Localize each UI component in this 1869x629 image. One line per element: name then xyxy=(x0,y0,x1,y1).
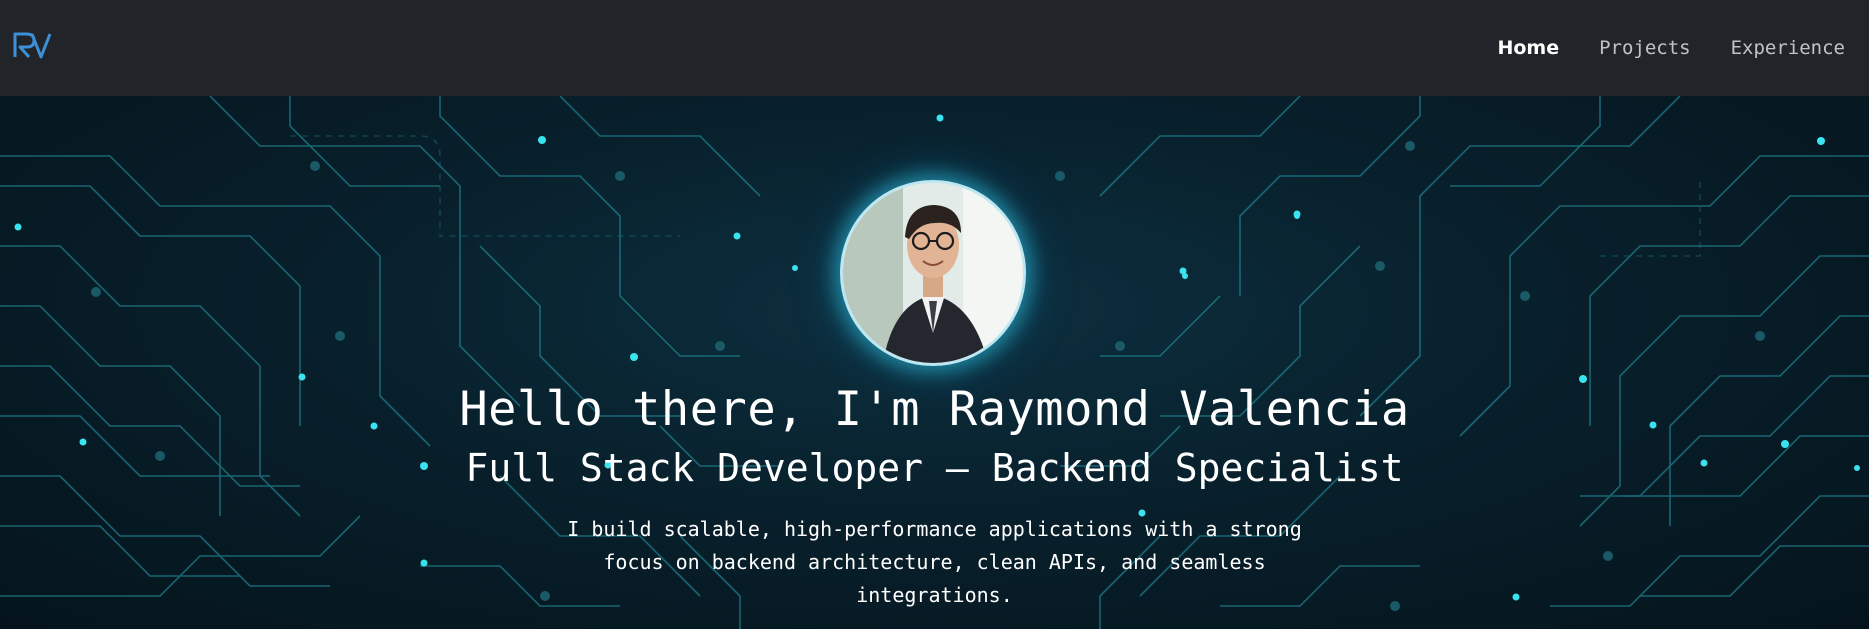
profile-photo-icon xyxy=(843,183,1023,363)
rv-logo-icon xyxy=(13,32,52,59)
nav-link-projects[interactable]: Projects xyxy=(1599,37,1691,59)
navbar: RV Home Projects Experience xyxy=(0,0,1869,96)
nav-link-experience[interactable]: Experience xyxy=(1731,37,1845,59)
hero-section: Hello there, I'm Raymond Valencia Full S… xyxy=(0,96,1869,629)
nav-links: Home Projects Experience xyxy=(1497,0,1845,96)
nav-link-home[interactable]: Home xyxy=(1497,37,1559,59)
hero-bio: I build scalable, high-performance appli… xyxy=(567,517,1302,607)
hero-headline: Hello there, I'm Raymond Valencia xyxy=(459,382,1410,437)
hero-text: Hello there, I'm Raymond Valencia Full S… xyxy=(0,386,1869,612)
logo[interactable]: RV xyxy=(12,30,52,60)
hero-subtitle: Full Stack Developer — Backend Specialis… xyxy=(465,446,1404,490)
profile-avatar xyxy=(840,180,1026,366)
